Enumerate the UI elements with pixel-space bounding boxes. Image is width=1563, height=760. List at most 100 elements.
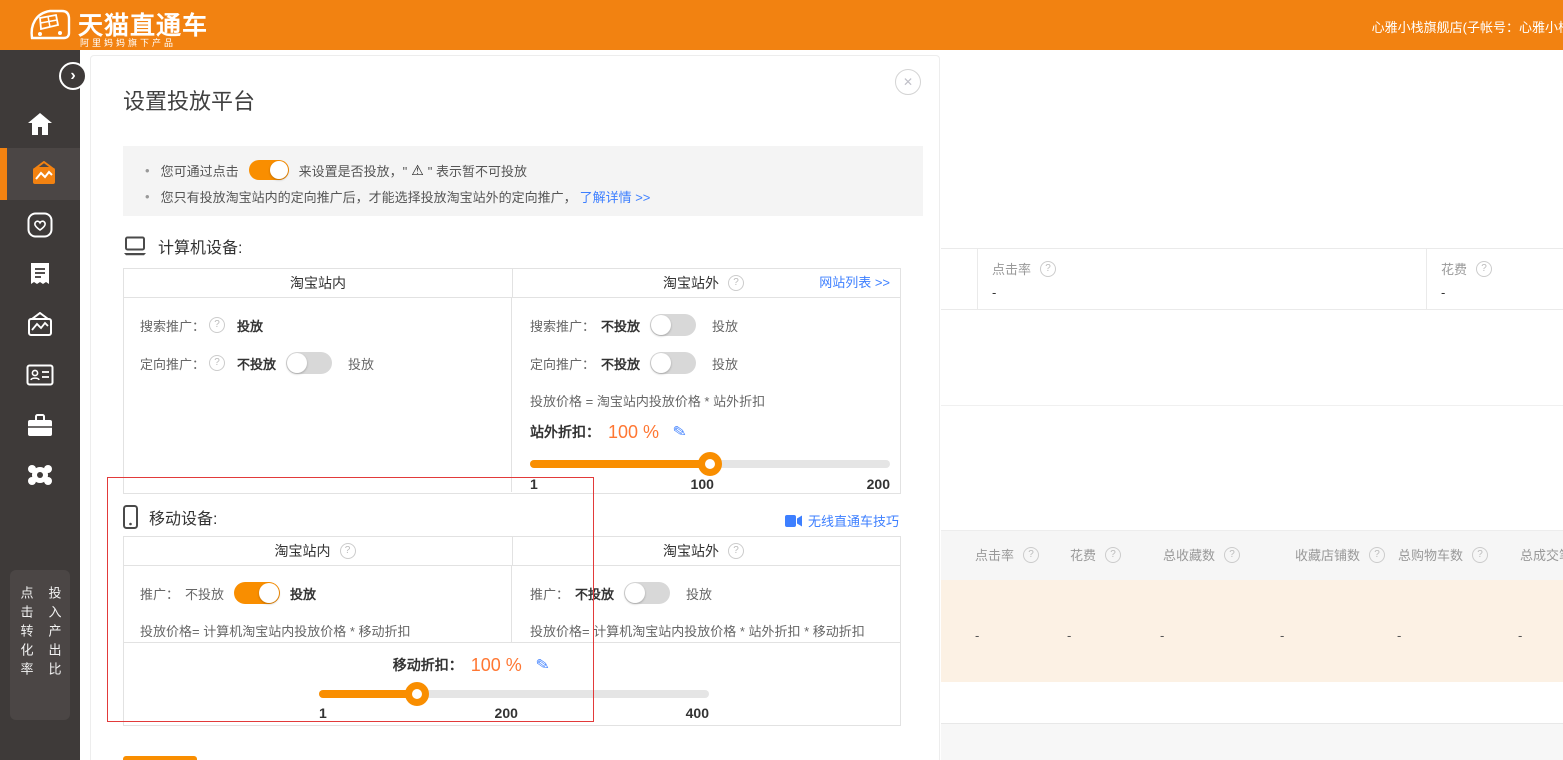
summary-col-deals: 总成交笔 <box>1520 545 1563 564</box>
state-off-label: 不投放 <box>185 584 224 603</box>
target-promo-row: 定向推广： 不投放 投放 <box>140 344 511 382</box>
sidebar-item-favorites[interactable] <box>0 200 80 250</box>
slider-ticks: 1 100 200 <box>530 476 890 492</box>
help-icon[interactable] <box>728 543 744 559</box>
summary-col-cost: 花费 <box>1070 545 1096 564</box>
mobile-section-label: 移动设备: <box>149 505 217 529</box>
toggle-knob <box>270 161 288 179</box>
target-promo-toggle[interactable] <box>286 352 332 374</box>
slider-thumb[interactable] <box>698 452 722 476</box>
mobile-discount-slider[interactable] <box>319 690 709 698</box>
notice-text: 您只有投放淘宝站内的定向推广后，才能选择投放淘宝站外的定向推广， <box>161 187 577 206</box>
sidebar: 点击转化率 投入产出比 › <box>0 50 80 760</box>
summary-cell: - <box>1397 628 1401 643</box>
heart-icon <box>27 212 53 238</box>
state-off-label: 不投放 <box>237 354 276 373</box>
logo-subtitle: 阿里妈妈旗下产品 <box>80 36 176 49</box>
promo-row: 推广： 不投放 投放 <box>140 574 511 612</box>
stat-cost-label: 花费 <box>1441 259 1467 278</box>
mobile-discount-label: 移动折扣： <box>393 655 463 675</box>
close-button[interactable] <box>895 69 921 95</box>
clover-icon <box>26 462 54 488</box>
briefcase-icon <box>26 413 54 437</box>
summary-cell: - <box>1518 628 1522 643</box>
page: 点击率 - 花费 - 点击率 花费 总收藏数 收藏店铺数 总购物车数 总成交笔 <box>0 0 1563 760</box>
target-promo-out-toggle[interactable] <box>650 352 696 374</box>
campaign-icon <box>30 161 58 187</box>
help-icon[interactable] <box>1224 547 1240 563</box>
help-icon[interactable] <box>209 355 225 371</box>
state-off-label: 不投放 <box>601 316 640 335</box>
metrics-side-panel[interactable]: 点击转化率 投入产出比 <box>10 570 70 720</box>
state-on-label: 投放 <box>348 354 374 373</box>
sidebar-item-apps[interactable] <box>0 450 80 500</box>
phone-icon <box>123 505 138 529</box>
train-logo-icon <box>26 5 72 45</box>
computer-in-cell: 搜索推广： 投放 定向推广： 不投放 投放 <box>124 298 512 492</box>
help-icon[interactable] <box>1023 547 1039 563</box>
notice-text: 您可通过点击 <box>161 161 239 180</box>
row-label: 搜索推广： <box>530 316 595 335</box>
sidebar-item-campaign[interactable] <box>0 148 80 200</box>
mobile-discount-row: 移动折扣： 100 % 1 200 400 <box>124 642 900 728</box>
sidebar-item-creative[interactable] <box>0 300 80 350</box>
row-label: 搜索推广： <box>140 316 205 335</box>
sidebar-item-account[interactable] <box>0 350 80 400</box>
mobile-out-promo-toggle[interactable] <box>624 582 670 604</box>
tick-label: 200 <box>495 705 518 721</box>
website-list-link[interactable]: 网站列表 >> <box>819 269 890 297</box>
summary-col-favs: 总收藏数 <box>1163 545 1215 564</box>
stat-spacer <box>941 249 978 309</box>
help-icon[interactable] <box>1105 547 1121 563</box>
tick-label: 1 <box>530 476 538 492</box>
account-name[interactable]: 心雅小栈旗舰店(子帐号：心雅小栈 <box>1372 17 1563 36</box>
toggle-example <box>249 160 289 180</box>
confirm-button[interactable] <box>123 756 197 760</box>
slider-thumb[interactable] <box>405 682 429 706</box>
notice-text: " 表示暂不可投放 <box>428 161 527 180</box>
tick-label: 200 <box>867 476 890 492</box>
stat-card-ctr: 点击率 - <box>978 249 1427 309</box>
wireless-tips-link[interactable]: 无线直通车技巧 <box>785 511 899 530</box>
mobile-out-cell: 推广： 不投放 投放 投放价格= 计算机淘宝站内投放价格 * 站外折扣 * 移动… <box>512 566 900 642</box>
state-on-label: 投放 <box>712 316 738 335</box>
tick-label: 100 <box>691 476 714 492</box>
help-icon[interactable] <box>1476 261 1492 277</box>
sidebar-item-home[interactable] <box>0 99 80 149</box>
summary-table-header: 点击率 花费 总收藏数 收藏店铺数 总购物车数 总成交笔 <box>941 530 1563 581</box>
edit-mobile-discount-button[interactable] <box>534 654 551 676</box>
notice-box: 您可通过点击 来设置是否投放，" ⚠ " 表示暂不可投放 您只有投放淘宝站内的定… <box>123 146 923 216</box>
help-icon[interactable] <box>1369 547 1385 563</box>
notice-line-2: 您只有投放淘宝站内的定向推广后，才能选择投放淘宝站外的定向推广， 了解详情 >> <box>145 183 923 209</box>
learn-more-link[interactable]: 了解详情 >> <box>580 187 651 206</box>
sidebar-item-tools[interactable] <box>0 400 80 450</box>
mobile-in-promo-toggle[interactable] <box>234 582 280 604</box>
price-formula: 投放价格= 计算机淘宝站内投放价格 * 移动折扣 <box>140 622 511 642</box>
help-icon[interactable] <box>209 317 225 333</box>
help-icon[interactable] <box>1040 261 1056 277</box>
computer-section-heading: 计算机设备: <box>123 234 242 258</box>
promo-row: 推广： 不投放 投放 <box>530 574 890 612</box>
sidebar-expand-button[interactable]: › <box>59 62 87 90</box>
help-icon[interactable] <box>728 275 744 291</box>
chevron-right-icon: › <box>70 67 75 85</box>
edit-discount-button[interactable] <box>671 421 688 443</box>
sidebar-item-reports[interactable] <box>0 250 80 300</box>
row-label: 定向推广： <box>530 354 595 373</box>
computer-taobao-out-header: 淘宝站外 网站列表 >> <box>513 269 900 297</box>
mobile-table: 淘宝站内 淘宝站外 推广： 不投放 投放 投放价格= 计算机淘宝站内投放价格 *… <box>123 536 901 726</box>
dialog-title: 设置投放平台 <box>123 84 255 116</box>
offsite-discount-label: 站外折扣： <box>530 422 600 442</box>
computer-taobao-in-header: 淘宝站内 <box>124 269 513 297</box>
summary-col-ctr: 点击率 <box>975 545 1014 564</box>
search-promo-row: 搜索推广： 投放 <box>140 306 511 344</box>
help-icon[interactable] <box>340 543 356 559</box>
search-promo-out-toggle[interactable] <box>650 314 696 336</box>
wireless-tips-label: 无线直通车技巧 <box>808 511 899 530</box>
mobile-in-cell: 推广： 不投放 投放 投放价格= 计算机淘宝站内投放价格 * 移动折扣 <box>124 566 512 642</box>
warning-icon: ⚠ <box>411 162 424 179</box>
picture-icon <box>26 312 54 338</box>
help-icon[interactable] <box>1472 547 1488 563</box>
state-off-label: 不投放 <box>601 354 640 373</box>
offsite-discount-slider[interactable] <box>530 460 890 468</box>
